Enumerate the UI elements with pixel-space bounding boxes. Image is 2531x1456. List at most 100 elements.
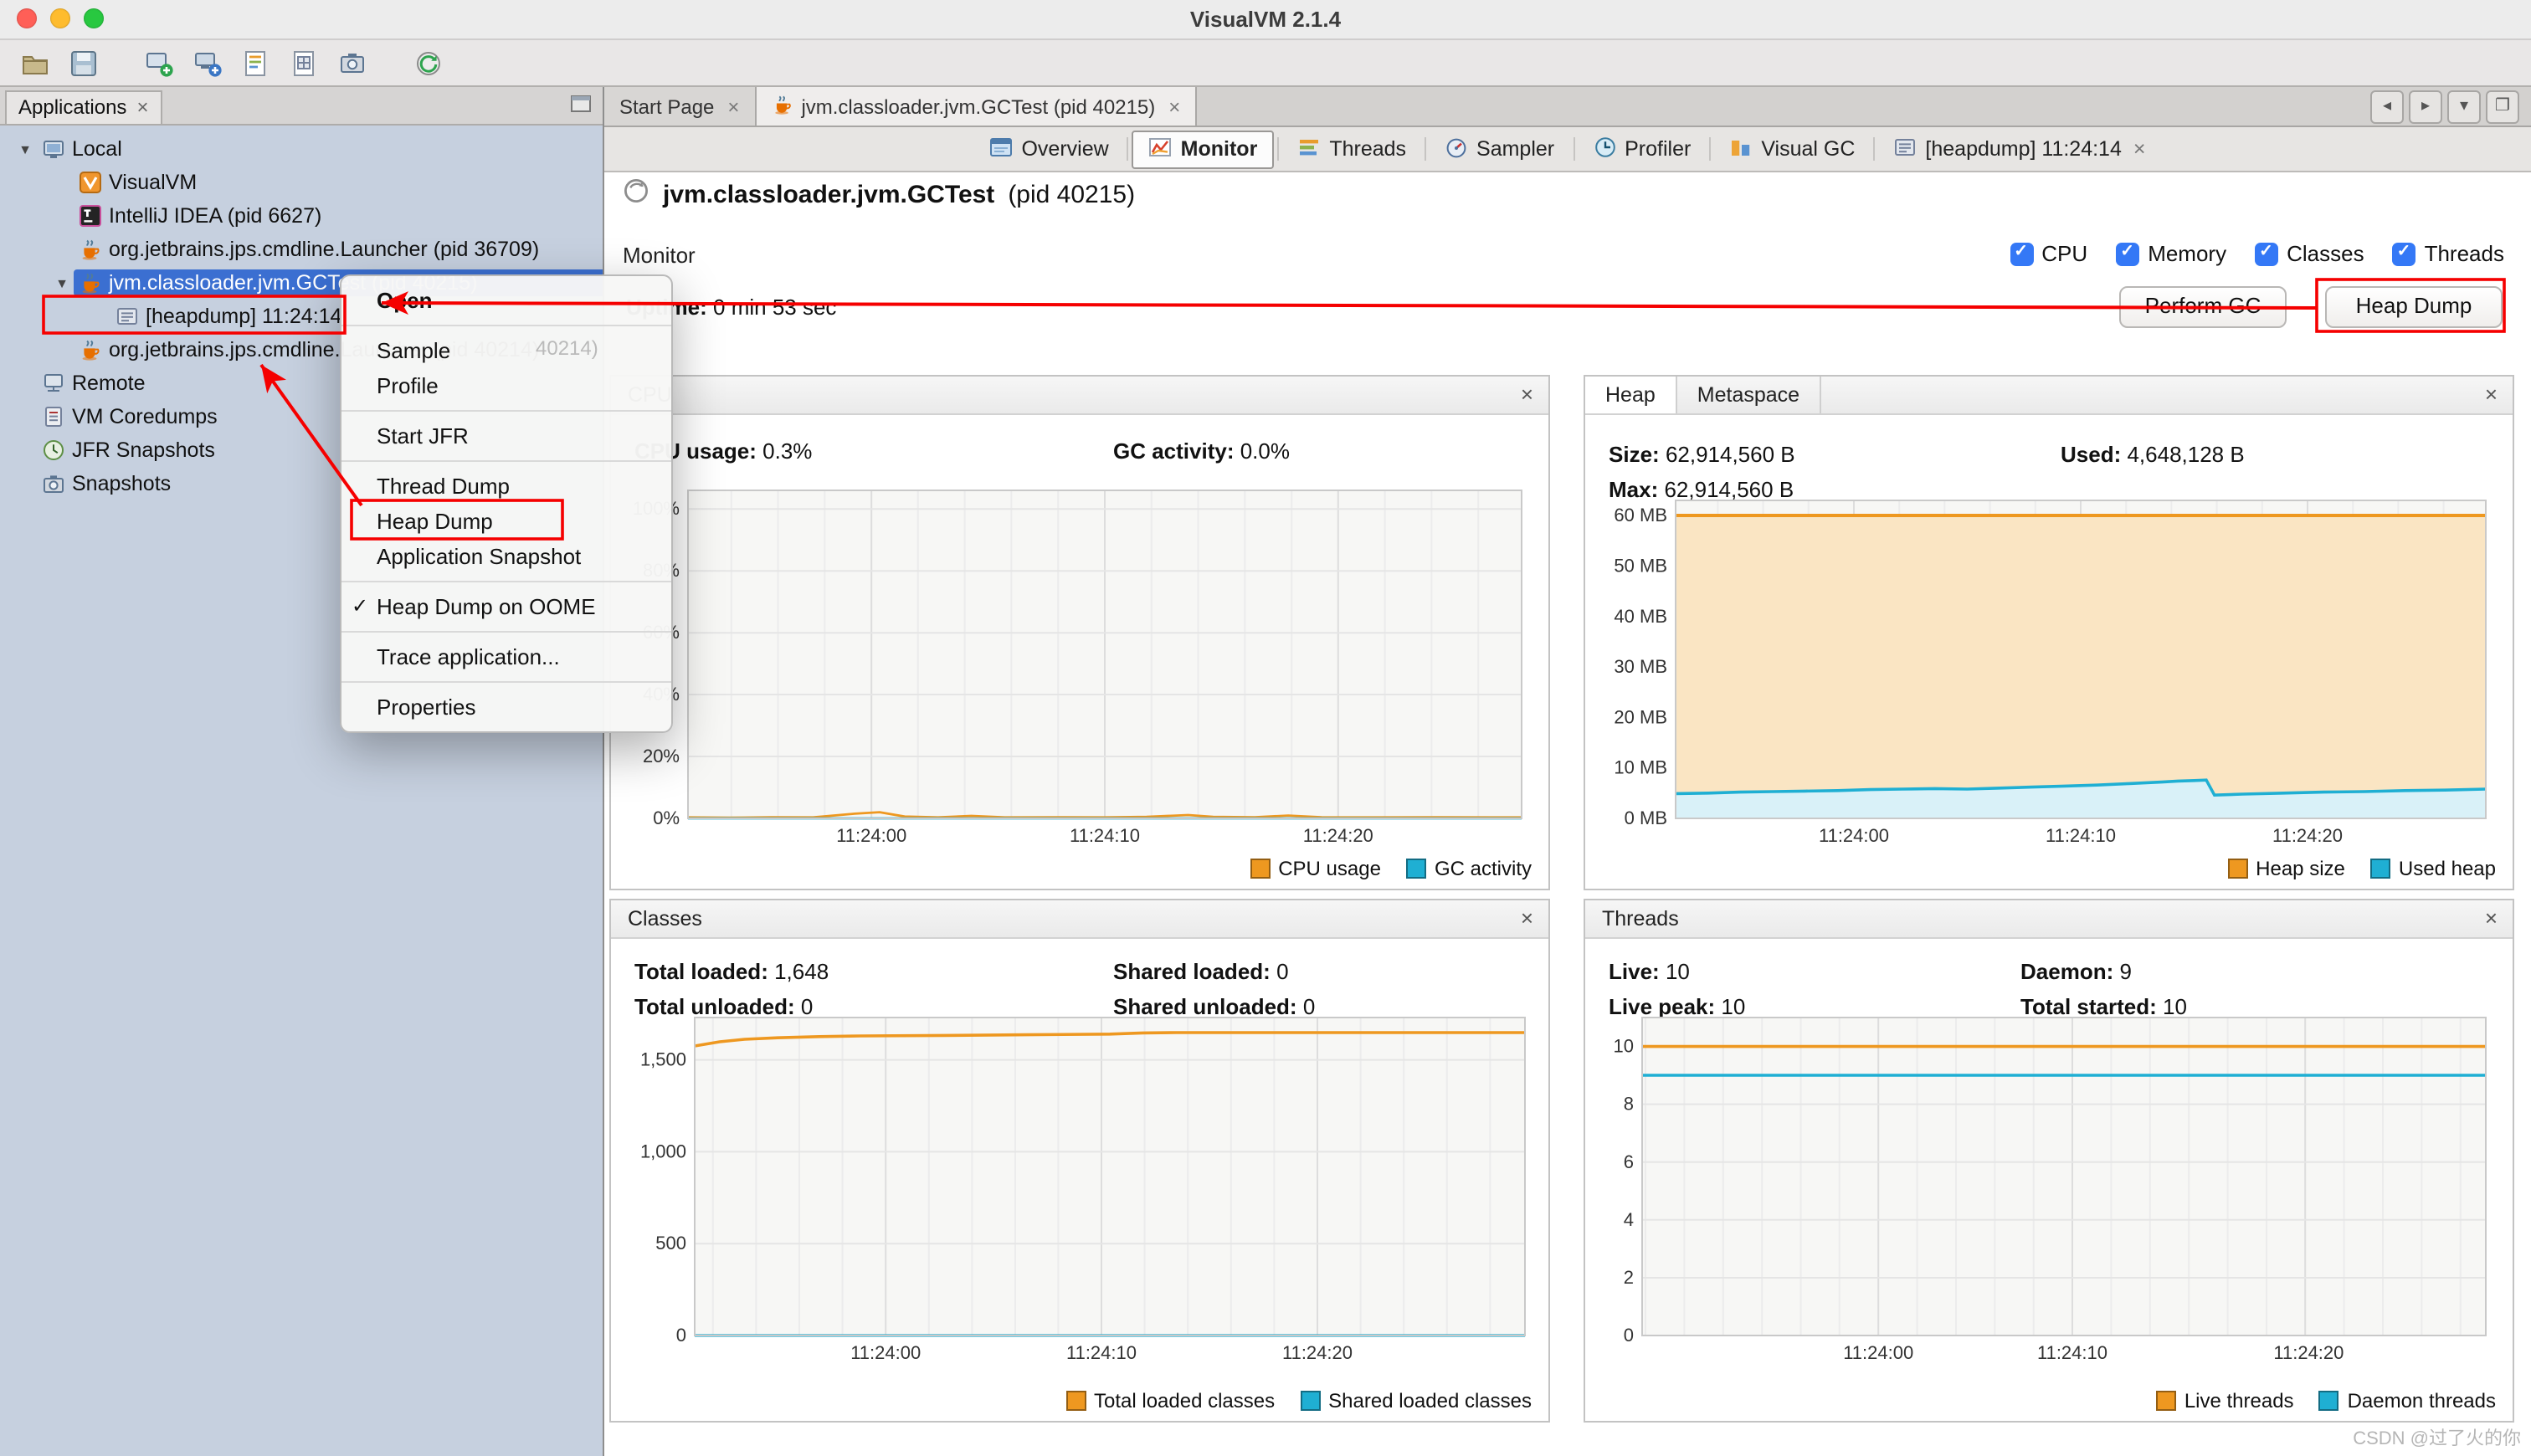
visualvm-window: VisualVM 2.1.4 Applications × ▼LocalVisu… [0, 0, 2531, 1456]
expander-icon[interactable]: ▼ [50, 275, 74, 290]
monitor-section-label: Monitor [623, 243, 696, 268]
sampler-icon [1445, 135, 1468, 163]
checkbox-checked-icon [2010, 242, 2033, 265]
menu-item-heap-dump[interactable]: Heap Dump [341, 504, 671, 539]
close-icon[interactable]: × [2485, 377, 2498, 413]
tab-list-button[interactable]: ▾ [2447, 90, 2481, 124]
svg-text:40 MB: 40 MB [1614, 606, 1667, 627]
forward-button[interactable]: ▸ [2409, 90, 2442, 124]
menu-separator [341, 631, 671, 633]
threads-chart: 108642011:24:0011:24:1011:24:20 [1595, 1007, 2499, 1369]
close-icon[interactable]: × [1521, 900, 1533, 937]
menu-item-properties[interactable]: Properties [341, 690, 671, 725]
tree-item-label: JFR Snapshots [72, 438, 215, 462]
tab-jvm-classloader-jvm-gctest-pid-40215[interactable]: jvm.classloader.jvm.GCTest (pid 40215) × [756, 87, 1197, 126]
save-icon[interactable] [65, 46, 102, 79]
cpu-panel: CPU × CPU usage: 0.3%GC activity: 0.0% 1… [609, 375, 1550, 890]
open-icon[interactable] [17, 46, 54, 79]
tree-item-label: VisualVM [109, 171, 197, 194]
tab-start-page[interactable]: Start Page× [604, 87, 756, 126]
menu-item-trace-application[interactable]: Trace application... [341, 639, 671, 674]
tab-sampler[interactable]: Sampler [1430, 131, 1569, 167]
expander-icon[interactable]: ▼ [13, 141, 37, 156]
context-menu: Open SampleProfile Start JFR Thread Dump Hea… [340, 274, 673, 733]
threads-panel: Threads × Live: 10Daemon: 9Live peak: 10… [1584, 899, 2514, 1423]
add-host-icon[interactable] [189, 46, 226, 79]
tree-item-visualvm[interactable]: VisualVM [0, 166, 603, 199]
stat-size: Size: 62,914,560 B [1609, 440, 2061, 470]
svg-text:11:24:20: 11:24:20 [1282, 1342, 1353, 1363]
legend-swatch [2319, 1391, 2339, 1411]
svg-text:0%: 0% [653, 807, 680, 828]
checkbox-threads[interactable]: Threads [2393, 241, 2504, 266]
menu-item-heap-dump-on-oome[interactable]: ✓Heap Dump on OOME [341, 589, 671, 624]
tree-item-intellij-idea-pid-6627[interactable]: IntelliJ IDEA (pid 6627) [0, 199, 603, 233]
tree-item-org-jetbrains-jps-cmdline-launcher-pid-36709[interactable]: org.jetbrains.jps.cmdline.Launcher (pid … [0, 233, 603, 266]
checkbox-classes[interactable]: Classes [2255, 241, 2364, 266]
snapshot-toolbar-icon[interactable] [335, 46, 372, 79]
perform-gc-button[interactable]: Perform GC [2119, 286, 2287, 328]
overview-icon [989, 135, 1013, 163]
svg-text:11:24:10: 11:24:10 [1070, 825, 1140, 846]
svg-text:11:24:00: 11:24:00 [850, 1342, 921, 1363]
svg-text:11:24:20: 11:24:20 [2273, 1342, 2344, 1363]
legend-label: CPU usage [1278, 857, 1381, 880]
svg-text:11:24:20: 11:24:20 [1303, 825, 1373, 846]
close-icon[interactable]: × [727, 95, 739, 118]
heap-tab-heap[interactable]: Heap [1585, 377, 1677, 413]
menu-item-label: Trace application... [377, 644, 560, 669]
thread-dump-toolbar-icon[interactable] [238, 46, 275, 79]
cpu-panel-header: CPU × [611, 377, 1548, 415]
heap-dump-toolbar-icon[interactable] [286, 46, 323, 79]
svg-text:1,500: 1,500 [640, 1049, 686, 1070]
close-icon[interactable]: × [136, 92, 148, 124]
menu-item-label: Heap Dump [377, 509, 493, 534]
checkbox-checked-icon [2393, 242, 2416, 265]
application-name: jvm.classloader.jvm.GCTest [663, 180, 994, 208]
tab-monitor[interactable]: Monitor [1132, 130, 1275, 168]
applications-tab[interactable]: Applications × [5, 90, 162, 124]
checkbox-cpu[interactable]: CPU [2010, 241, 2087, 266]
application-header: jvm.classloader.jvm.GCTest (pid 40215) [623, 177, 1135, 211]
heap-chart: 60 MB50 MB40 MB30 MB20 MB10 MB0 MB11:24:… [1595, 490, 2499, 852]
svg-text:50 MB: 50 MB [1614, 555, 1667, 576]
tree-item-local[interactable]: ▼Local [0, 132, 603, 166]
menu-item-start-jfr[interactable]: Start JFR [341, 418, 671, 454]
close-icon[interactable]: × [2485, 900, 2498, 937]
maximize-view-button[interactable]: ❐ [2486, 90, 2519, 124]
checkbox-memory[interactable]: Memory [2116, 241, 2226, 266]
application-pid: (pid 40215) [1008, 180, 1135, 208]
close-icon[interactable]: × [2133, 137, 2146, 161]
panel-toggle-icon[interactable] [569, 92, 593, 124]
classes-legend: Total loaded classesShared loaded classe… [1065, 1389, 1532, 1412]
menu-item-sample[interactable]: Sample [341, 333, 671, 368]
tab-heapdump-11-24-14[interactable]: [heapdump] 11:24:14× [1878, 131, 2160, 167]
menu-item-profile[interactable]: Profile [341, 368, 671, 403]
tab-overview[interactable]: Overview [974, 131, 1123, 167]
add-application-icon[interactable] [141, 46, 177, 79]
menu-item-open[interactable]: Open [341, 283, 671, 318]
close-icon[interactable]: × [1521, 377, 1533, 413]
subtab-separator [1127, 137, 1129, 161]
close-icon[interactable]: × [1168, 95, 1180, 118]
menu-item-application-snapshot[interactable]: Application Snapshot [341, 539, 671, 574]
document-tabs: Start Page×jvm.classloader.jvm.GCTest (p… [604, 87, 1197, 126]
back-button[interactable]: ◂ [2370, 90, 2404, 124]
tab-profiler[interactable]: Profiler [1578, 131, 1706, 167]
subtab-separator [1873, 137, 1875, 161]
refresh-icon[interactable] [410, 46, 447, 79]
svg-text:11:24:00: 11:24:00 [836, 825, 906, 846]
menu-item-thread-dump[interactable]: Thread Dump [341, 469, 671, 504]
legend-label: GC activity [1435, 857, 1532, 880]
menu-separator [341, 325, 671, 326]
subtab-separator [1709, 137, 1711, 161]
menu-separator [341, 460, 671, 462]
legend-item-heap-size: Heap size [2227, 857, 2345, 880]
applications-tab-label: Applications [18, 92, 126, 124]
legend-label: Shared loaded classes [1328, 1389, 1532, 1412]
heap-tab-metaspace[interactable]: Metaspace [1677, 377, 1821, 413]
tab-visual-gc[interactable]: Visual GC [1714, 131, 1870, 167]
tab-label: jvm.classloader.jvm.GCTest (pid 40215) [801, 95, 1155, 118]
heap-dump-button[interactable]: Heap Dump [2325, 286, 2503, 328]
tab-threads[interactable]: Threads [1282, 131, 1421, 167]
